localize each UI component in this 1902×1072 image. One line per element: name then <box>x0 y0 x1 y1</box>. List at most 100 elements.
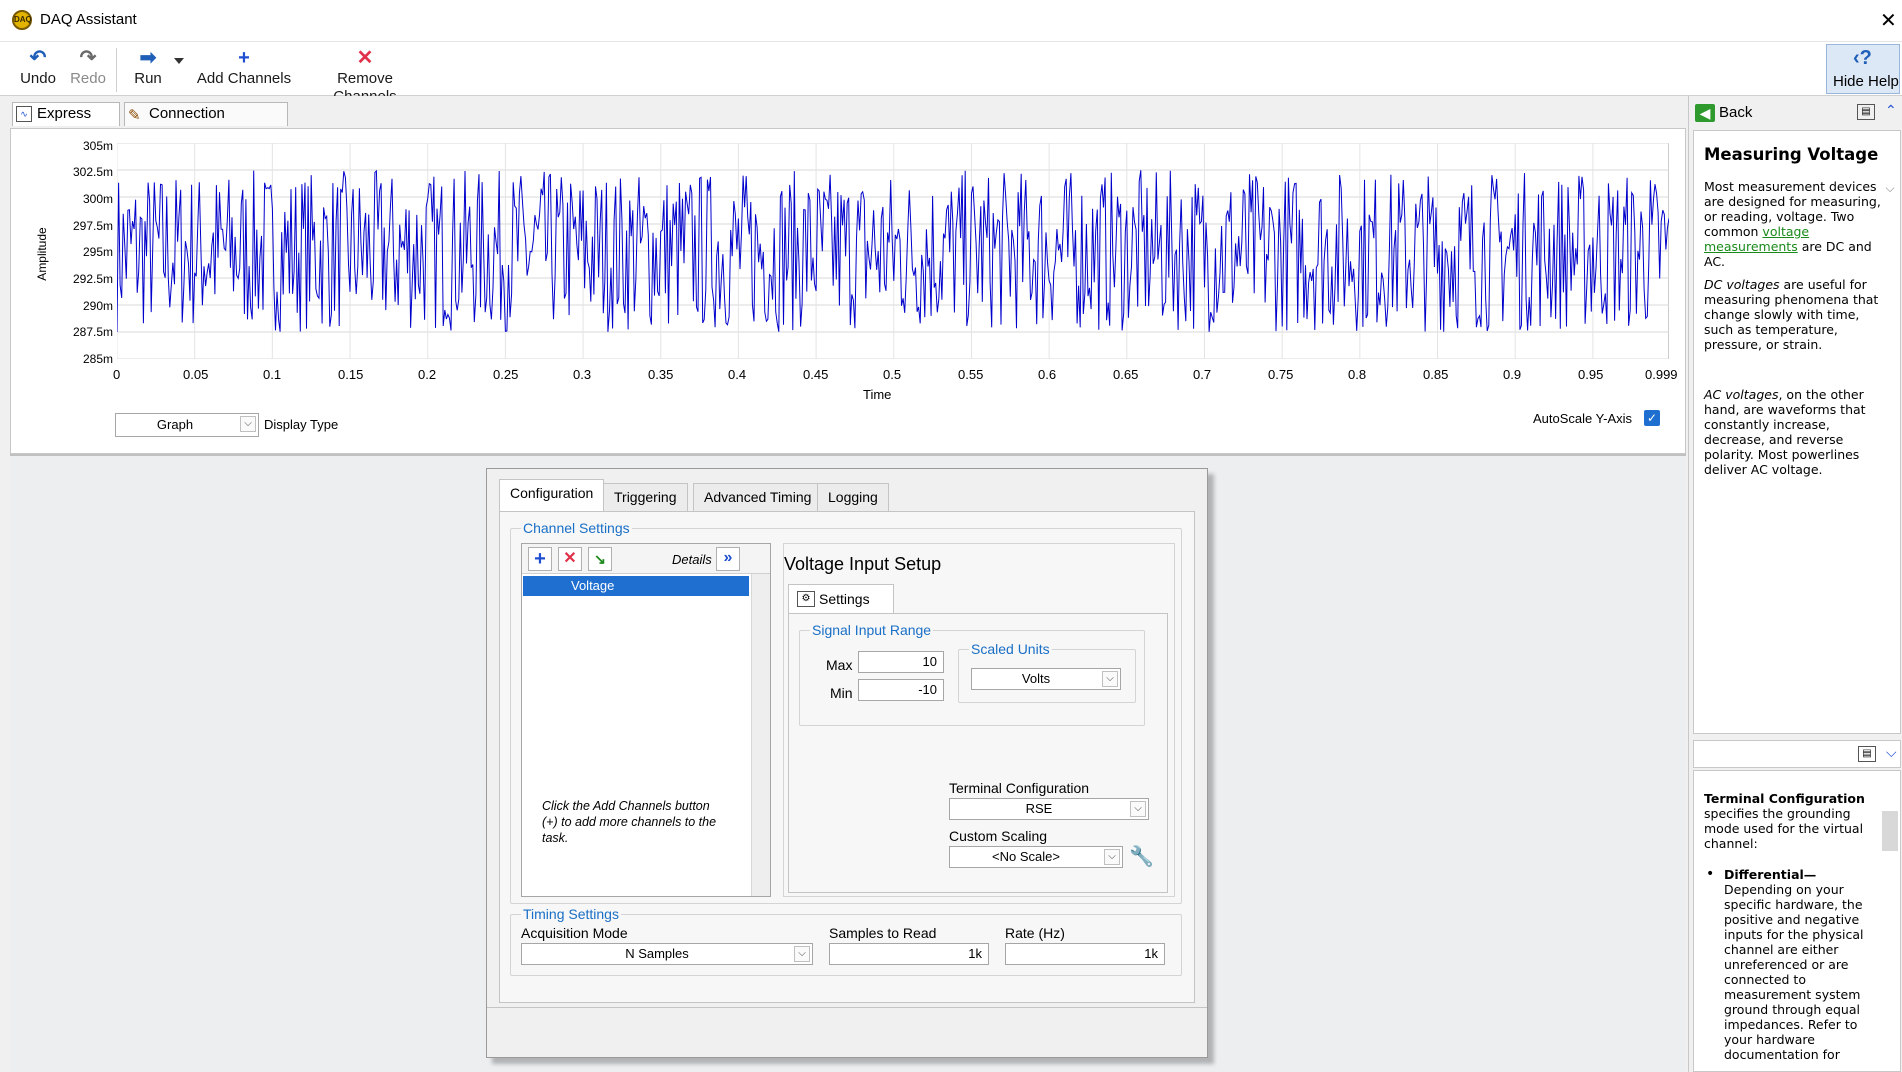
redo-button[interactable]: ↷ Redo <box>68 46 108 92</box>
channel-settings-group: Channel Settings + ✕ ↘ Details » Voltage… <box>510 520 1182 904</box>
y-tick-label: 305m <box>82 139 113 153</box>
channel-list-scrollbar[interactable] <box>751 574 770 896</box>
x-tick-label: 0.75 <box>1268 367 1294 382</box>
details-expand-icon[interactable]: » <box>716 547 740 571</box>
context-help-bullet: Differential— Depending on your specific… <box>1724 867 1864 1062</box>
hide-help-button[interactable]: ‹? Hide Help <box>1826 44 1900 94</box>
x-tick-label: 0.2 <box>418 367 437 382</box>
x-tick-label: 0.5 <box>883 367 902 382</box>
y-tick-labels: 305m 302.5m 300m 297.5m 295m 292.5m 290m… <box>41 129 117 389</box>
context-help-scrollbar[interactable] <box>1882 811 1898 851</box>
context-help-window-icon[interactable]: ▤ <box>1858 746 1876 762</box>
display-type-label: Display Type <box>264 417 339 432</box>
graph-panel: Amplitude 305m 302.5m 300m 297.5m 295m 2… <box>10 128 1686 454</box>
express-task-icon: ∿ <box>16 106 32 122</box>
redo-icon: ↷ <box>79 47 97 69</box>
add-channel-icon[interactable]: + <box>528 547 552 571</box>
max-input[interactable]: 10 <box>858 651 944 673</box>
max-label: Max <box>826 657 853 673</box>
context-help-header: ▤ ⌵ <box>1693 740 1901 768</box>
x-tick-label: 0 <box>113 367 121 382</box>
x-tick-label: 0.7 <box>1193 367 1212 382</box>
help-heading: Measuring Voltage <box>1704 145 1879 164</box>
wrench-icon[interactable]: 🔧 <box>1129 844 1154 869</box>
details-label: Details <box>672 552 712 567</box>
x-tick-label: 0.45 <box>803 367 829 382</box>
close-icon[interactable]: ✕ <box>1880 8 1897 33</box>
toolbar-separator <box>116 48 117 92</box>
x-tick-label: 0.15 <box>338 367 364 382</box>
toolbar: ↶ Undo ↷ Redo ➡ Run + Add Channels ✕ Rem… <box>0 42 1902 105</box>
connection-diagram-icon: ✎ <box>128 107 141 124</box>
y-tick-label: 287.5m <box>72 325 113 339</box>
undo-icon: ↶ <box>29 47 47 69</box>
custom-scaling-select[interactable]: <No Scale> ⌵ <box>949 846 1123 868</box>
run-dropdown-icon[interactable] <box>174 58 184 64</box>
x-tick-label: 0.6 <box>1038 367 1057 382</box>
tab-express-task[interactable]: ∿ Express Task <box>12 102 120 144</box>
back-button[interactable]: ◀ Back <box>1695 102 1752 124</box>
display-type-select[interactable]: Graph ⌵ <box>115 413 259 437</box>
run-button[interactable]: ➡ Run <box>128 46 168 92</box>
voltage-setup-panel: Voltage Input Setup ⚙ Settings Signal In… <box>783 543 1175 897</box>
tab-configuration[interactable]: Configuration <box>499 479 605 511</box>
voltage-setup-title: Voltage Input Setup <box>784 554 942 574</box>
y-tick-label: 302.5m <box>72 165 113 179</box>
chevron-down-icon: ⌵ <box>1102 671 1118 687</box>
x-tick-label: 0.95 <box>1578 367 1604 382</box>
chevron-down-icon: ⌵ <box>1104 849 1120 865</box>
main-tabstrip: ∿ Express Task ✎ Connection Diagram <box>0 96 1688 144</box>
x-tick-label: 0.9 <box>1503 367 1522 382</box>
tab-settings[interactable]: ⚙ Settings <box>788 584 894 614</box>
context-help-content: Terminal Configuration specifies the gro… <box>1693 770 1901 1072</box>
samples-to-read-input[interactable]: 1k <box>829 943 989 965</box>
x-tick-label: 0.25 <box>493 367 519 382</box>
context-help-paragraph: Terminal Configuration specifies the gro… <box>1704 791 1865 851</box>
rename-channel-icon[interactable]: ↘ <box>588 547 612 571</box>
signal-input-range-group: Signal Input Range Max 10 Min -10 Scaled… <box>799 622 1145 726</box>
tab-triggering[interactable]: Triggering <box>603 483 688 511</box>
autoscale-checkbox[interactable]: ✓ <box>1644 410 1660 426</box>
channel-list-item[interactable]: Voltage <box>523 576 749 596</box>
tab-advanced-timing[interactable]: Advanced Timing <box>693 483 823 511</box>
help-scrollbar[interactable]: ⌵ <box>1882 181 1898 731</box>
remove-channels-button[interactable]: ✕ Remove Channels <box>304 46 426 105</box>
x-tick-label: 0.55 <box>958 367 984 382</box>
help-paragraph: DC voltages are useful for measuring phe… <box>1704 277 1879 352</box>
y-tick-label: 295m <box>82 245 113 259</box>
x-tick-label: 0.8 <box>1348 367 1367 382</box>
rate-input[interactable]: 1k <box>1005 943 1165 965</box>
y-tick-label: 290m <box>82 299 113 313</box>
acquisition-mode-select[interactable]: N Samples ⌵ <box>521 943 813 965</box>
configuration-tab-content: Channel Settings + ✕ ↘ Details » Voltage… <box>499 511 1195 1003</box>
tab-connection-diagram[interactable]: ✎ Connection Diagram <box>124 102 288 144</box>
scaled-units-group: Scaled Units Volts ⌵ <box>958 641 1136 703</box>
bullet-icon: • <box>1706 866 1715 882</box>
tab-logging[interactable]: Logging <box>817 483 889 511</box>
help-icon: ‹? <box>1853 47 1872 69</box>
dialog-footer-divider <box>487 1007 1207 1008</box>
remove-channel-icon[interactable]: ✕ <box>558 547 582 571</box>
help-content: Measuring Voltage Most measurement devic… <box>1693 130 1901 734</box>
x-tick-label: 0.4 <box>728 367 747 382</box>
undo-button[interactable]: ↶ Undo <box>18 46 58 92</box>
x-tick-label: 0.999 <box>1645 367 1678 382</box>
min-input[interactable]: -10 <box>858 679 944 701</box>
help-paragraph: AC voltages, on the other hand, are wave… <box>1704 387 1866 477</box>
chevron-up-icon[interactable]: ⌃ <box>1885 102 1897 119</box>
x-tick-label: 0.05 <box>183 367 209 382</box>
remove-x-icon: ✕ <box>356 47 374 69</box>
x-axis-label: Time <box>863 387 892 402</box>
settings-tab-content: Signal Input Range Max 10 Min -10 Scaled… <box>788 613 1168 893</box>
chevron-down-icon[interactable]: ⌵ <box>1886 744 1897 761</box>
add-channels-button[interactable]: + Add Channels <box>196 46 292 92</box>
terminal-configuration-select[interactable]: RSE ⌵ <box>949 798 1149 820</box>
help-window-icon[interactable]: ▤ <box>1857 104 1875 120</box>
terminal-configuration-label: Terminal Configuration <box>949 780 1090 796</box>
x-tick-labels: 0 0.05 0.1 0.15 0.2 0.25 0.3 0.35 0.4 0.… <box>113 367 1678 383</box>
plus-icon: + <box>238 47 250 69</box>
scaled-units-select[interactable]: Volts ⌵ <box>971 668 1121 690</box>
title-bar: DAQ DAQ Assistant ✕ <box>0 0 1902 42</box>
amplitude-plot[interactable] <box>117 143 1669 359</box>
autoscale-label: AutoScale Y-Axis <box>1533 411 1633 426</box>
